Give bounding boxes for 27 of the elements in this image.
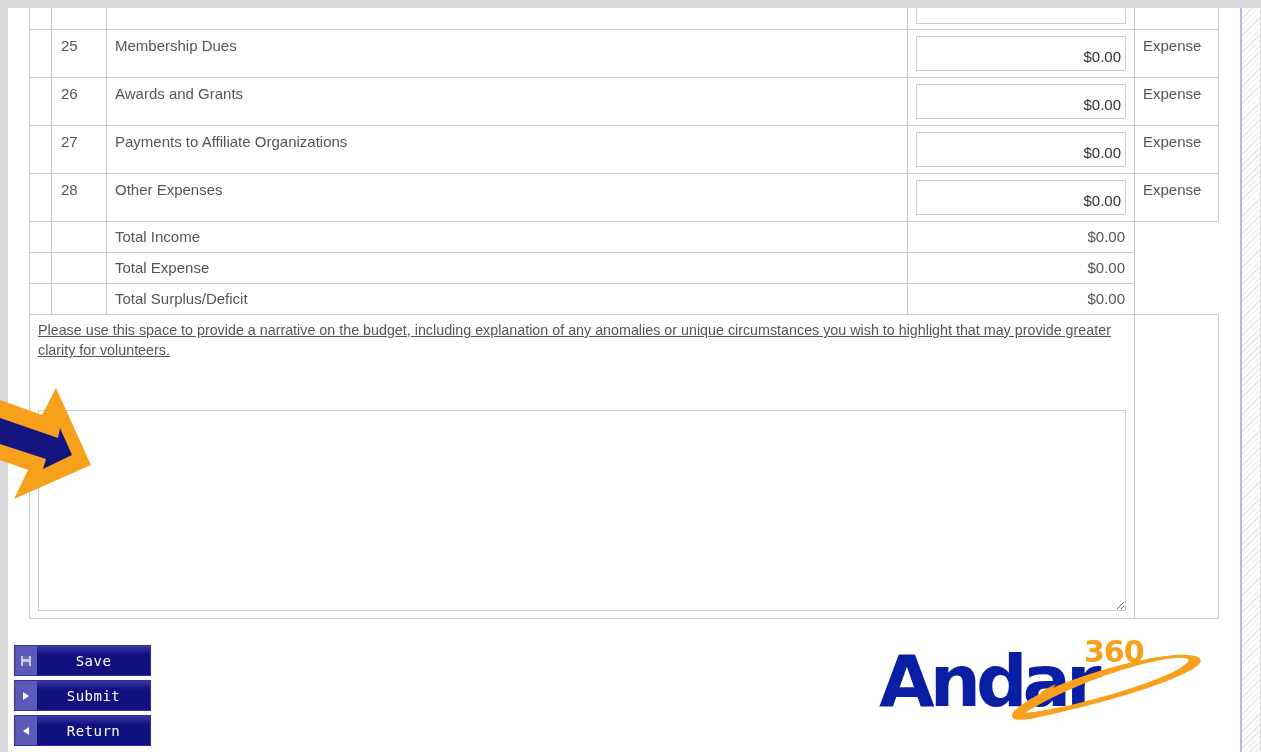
save-button[interactable]: Save: [14, 645, 151, 676]
line-label: Membership Dues: [115, 37, 237, 54]
amount-field[interactable]: $0.00: [916, 36, 1126, 71]
line-number: 25: [61, 37, 78, 54]
total-amount: $0.00: [1087, 259, 1125, 276]
narrative-field[interactable]: [38, 410, 1126, 611]
line-label: Payments to Affiliate Organizations: [115, 133, 348, 150]
total-label: Total Surplus/Deficit: [115, 290, 248, 307]
line-type: Expense: [1143, 37, 1202, 54]
line-type: Expense: [1143, 181, 1202, 198]
amount-field[interactable]: $0.00: [916, 180, 1126, 215]
line-number: 26: [61, 85, 78, 102]
narrative-prompt: Please use this space to provide a narrative on the budget, including explanation of any anomalies or unique circumstances you wish to highlight that may provide greater clarity for volunteers.: [38, 321, 1112, 360]
total-label: Total Income: [115, 228, 201, 245]
total-amount: $0.00: [1087, 228, 1125, 245]
line-type: Expense: [1143, 85, 1202, 102]
line-type: Expense: [1143, 133, 1202, 150]
submit-button[interactable]: Submit: [14, 680, 151, 711]
amount-field[interactable]: $0.00: [916, 84, 1126, 119]
line-label: Other Expenses: [115, 181, 223, 198]
line-number: 28: [61, 181, 78, 198]
amount-field[interactable]: $0.00: [916, 132, 1126, 167]
total-amount: $0.00: [1087, 290, 1125, 307]
line-number: 27: [61, 133, 78, 150]
line-label: Awards and Grants: [115, 85, 244, 102]
return-button[interactable]: Return: [14, 715, 151, 746]
total-label: Total Expense: [115, 259, 210, 276]
